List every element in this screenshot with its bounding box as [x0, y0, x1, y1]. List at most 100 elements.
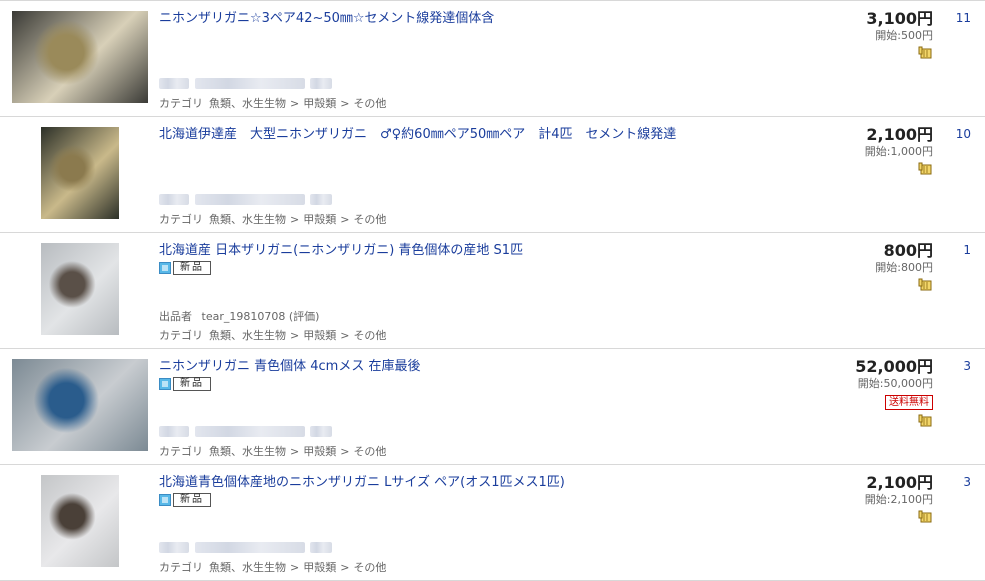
item-photo[interactable]: [41, 243, 119, 335]
redacted-block: [310, 425, 332, 437]
redacted-block: [310, 77, 332, 89]
item-thumbnail[interactable]: [41, 127, 119, 219]
free-shipping-badge: 送料無料: [885, 395, 933, 410]
seller-name-link[interactable]: tear_19810708: [202, 310, 286, 323]
category-link[interactable]: 魚類、水生生物: [209, 329, 286, 342]
new-item-label: 新品: [173, 376, 211, 391]
list-item: ニホンザリガニ☆3ペア42~50㎜☆セメント線発達個体含 カテゴリ 魚類、水生生物…: [0, 0, 985, 117]
start-price: 開始:500円: [875, 29, 933, 42]
breadcrumb-separator: >: [290, 445, 300, 458]
category-link[interactable]: 甲殻類: [303, 97, 336, 110]
hand-pointer-icon: [918, 46, 932, 59]
price-block: 52,000円 開始:50,000円 送料無料: [855, 357, 933, 428]
redacted-block: [310, 193, 332, 205]
redacted-block: [195, 425, 305, 437]
start-price: 開始:50,000円: [857, 377, 933, 390]
current-price: 2,100円: [866, 473, 933, 492]
item-thumbnail[interactable]: [41, 475, 119, 567]
breadcrumb-separator: >: [340, 329, 350, 342]
new-item-badge: 新品: [159, 376, 211, 391]
category-link[interactable]: その他: [353, 213, 386, 226]
item-category-breadcrumb: カテゴリ 魚類、水生生物 > 甲殻類 > その他: [159, 443, 390, 459]
current-price: 2,100円: [866, 125, 933, 144]
new-item-icon: [159, 493, 171, 506]
item-photo[interactable]: [12, 11, 148, 103]
item-title-link[interactable]: ニホンザリガニ☆3ペア42~50㎜☆セメント線発達個体含: [159, 7, 494, 26]
item-title-link[interactable]: 北海道産 日本ザリガニ(ニホンザリガニ) 青色個体の産地 S1匹: [159, 239, 523, 258]
breadcrumb-separator: >: [340, 445, 350, 458]
bid-count-link[interactable]: 10: [956, 127, 971, 141]
new-item-badge: 新品: [159, 260, 211, 275]
item-thumbnail[interactable]: [12, 11, 148, 103]
item-category-breadcrumb: カテゴリ 魚類、水生生物 > 甲殻類 > その他: [159, 327, 390, 343]
new-item-icon: [159, 261, 171, 274]
list-item: 北海道伊達産 大型ニホンザリガニ ♂♀約60㎜ペア50㎜ペア 計4匹 セメント線…: [0, 117, 985, 233]
item-photo[interactable]: [12, 359, 148, 451]
category-link[interactable]: 甲殻類: [303, 561, 336, 574]
current-price: 800円: [883, 241, 933, 260]
redacted-block: [195, 541, 305, 553]
bid-count-link[interactable]: 3: [963, 359, 971, 373]
item-thumbnail[interactable]: [12, 359, 148, 451]
list-item: ニホンザリガニ 青色個体 4cmメス 在庫最後 新品 カテゴリ 魚類、水生生物 > 甲…: [0, 349, 985, 465]
category-link[interactable]: 魚類、水生生物: [209, 561, 286, 574]
breadcrumb-separator: >: [290, 97, 300, 110]
bid-count-link[interactable]: 1: [963, 243, 971, 257]
category-link[interactable]: 甲殻類: [303, 445, 336, 458]
item-title-link[interactable]: ニホンザリガニ 青色個体 4cmメス 在庫最後: [159, 355, 420, 374]
category-link[interactable]: その他: [353, 97, 386, 110]
hand-pointer-icon: [918, 278, 932, 291]
category-link[interactable]: 甲殻類: [303, 213, 336, 226]
bid-count-link[interactable]: 3: [963, 475, 971, 489]
seller-rating-link[interactable]: (評価): [289, 310, 320, 323]
auction-result-list: ニホンザリガニ☆3ペア42~50㎜☆セメント線発達個体含 カテゴリ 魚類、水生生物…: [0, 0, 985, 581]
start-price: 開始:2,100円: [864, 493, 933, 506]
redacted-block: [195, 193, 305, 205]
seller-redacted: [159, 540, 332, 554]
new-item-label: 新品: [173, 260, 211, 275]
seller-redacted: [159, 192, 332, 206]
item-title-link[interactable]: 北海道青色個体産地のニホンザリガニ Lサイズ ペア(オス1匹メス1匹): [159, 471, 565, 490]
seller-info: 出品者 tear_19810708 (評価): [159, 308, 319, 324]
start-price: 開始:800円: [875, 261, 933, 274]
item-category-breadcrumb: カテゴリ 魚類、水生生物 > 甲殻類 > その他: [159, 211, 390, 227]
breadcrumb-separator: >: [340, 561, 350, 574]
current-price: 3,100円: [866, 9, 933, 28]
hand-pointer-icon: [918, 510, 932, 523]
category-label: カテゴリ: [159, 329, 203, 342]
current-price: 52,000円: [855, 357, 933, 376]
bid-count-link[interactable]: 11: [956, 11, 971, 25]
seller-label: 出品者: [159, 310, 192, 323]
hand-pointer-icon: [918, 414, 932, 427]
category-link[interactable]: 魚類、水生生物: [209, 97, 286, 110]
breadcrumb-separator: >: [340, 97, 350, 110]
category-label: カテゴリ: [159, 97, 203, 110]
category-link[interactable]: 魚類、水生生物: [209, 213, 286, 226]
redacted-block: [159, 193, 189, 205]
breadcrumb-separator: >: [290, 561, 300, 574]
category-link[interactable]: その他: [353, 445, 386, 458]
hand-pointer-icon: [918, 162, 932, 175]
redacted-block: [159, 541, 189, 553]
redacted-block: [310, 541, 332, 553]
item-photo[interactable]: [41, 475, 119, 567]
list-item: 北海道産 日本ザリガニ(ニホンザリガニ) 青色個体の産地 S1匹 新品 出品者 …: [0, 233, 985, 349]
new-item-badge: 新品: [159, 492, 211, 507]
list-item: 北海道青色個体産地のニホンザリガニ Lサイズ ペア(オス1匹メス1匹) 新品 カ…: [0, 465, 985, 581]
category-link[interactable]: 甲殻類: [303, 329, 336, 342]
category-label: カテゴリ: [159, 561, 203, 574]
category-link[interactable]: その他: [353, 329, 386, 342]
item-photo[interactable]: [41, 127, 119, 219]
breadcrumb-separator: >: [340, 213, 350, 226]
price-block: 2,100円 開始:1,000円: [865, 125, 933, 176]
item-title-link[interactable]: 北海道伊達産 大型ニホンザリガニ ♂♀約60㎜ペア50㎜ペア 計4匹 セメント線…: [159, 123, 676, 142]
item-thumbnail[interactable]: [41, 243, 119, 335]
breadcrumb-separator: >: [290, 213, 300, 226]
category-label: カテゴリ: [159, 445, 203, 458]
category-link[interactable]: 魚類、水生生物: [209, 445, 286, 458]
item-category-breadcrumb: カテゴリ 魚類、水生生物 > 甲殻類 > その他: [159, 559, 390, 575]
category-link[interactable]: その他: [353, 561, 386, 574]
redacted-block: [159, 425, 189, 437]
price-block: 3,100円 開始:500円: [866, 9, 933, 60]
redacted-block: [195, 77, 305, 89]
